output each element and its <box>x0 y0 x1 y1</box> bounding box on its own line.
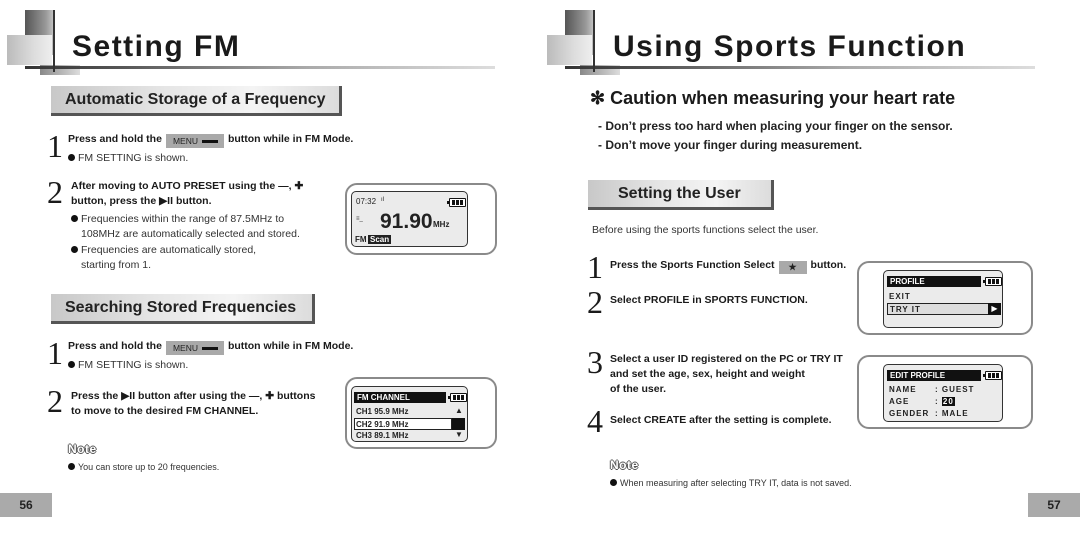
sports-function-key-icon: ★ <box>778 261 807 274</box>
lcd-frequency: 91.90 <box>380 210 433 233</box>
step-instruction: Press and hold the MENU button while in FM… <box>68 340 354 355</box>
scroll-down-icon[interactable]: ▼ <box>455 430 463 439</box>
note-label: Note <box>68 442 97 456</box>
bullet-item: FM SETTING is shown. <box>68 151 188 166</box>
step-instruction: Select a user ID registered on the PC or… <box>610 353 843 395</box>
bullet-dot-icon <box>71 246 78 253</box>
step-instruction: Select CREATE after the setting is compl… <box>610 414 832 426</box>
step-text-after: button while in FM Mode. <box>227 133 354 145</box>
lcd-header: EDIT PROFILE <box>887 370 981 381</box>
step-instruction: Press and hold the MENU button while in FM… <box>68 132 368 148</box>
age-value-selected[interactable]: 20 <box>941 397 955 406</box>
step-number: 2 <box>587 284 603 320</box>
section-heading-setting-user: Setting the User <box>588 180 774 210</box>
step-text-before: Press and hold the <box>68 133 162 145</box>
page-number-left: 56 <box>0 493 52 517</box>
note-text: When measuring after selecting TRY IT, d… <box>610 477 852 489</box>
lcd-fm-display: 07:32 ıl ≡_ 91.90 MHz FM Scan <box>351 191 468 247</box>
bullet-dot-icon <box>610 479 617 486</box>
step-instruction: Select PROFILE in SPORTS FUNCTION. <box>610 294 808 306</box>
step-instruction: Press the ▶II button after using the —, … <box>71 390 316 417</box>
battery-icon <box>983 371 1002 380</box>
caution-line: - Don’t move your finger during measurem… <box>598 138 863 152</box>
minus-plus-icon: —, ✚ <box>248 390 275 402</box>
section-intro: Before using the sports functions select… <box>592 224 819 236</box>
bullet-item: Frequencies are automatically stored, st… <box>71 243 341 273</box>
page-title-right: Using Sports Function <box>613 30 967 63</box>
lcd-header: PROFILE <box>887 276 981 287</box>
section-heading-searching-stored: Searching Stored Frequencies <box>51 294 315 324</box>
battery-icon <box>447 198 466 207</box>
section-heading-automatic-storage: Automatic Storage of a Frequency <box>51 86 342 116</box>
lcd-mode: FM <box>355 235 367 244</box>
channel-row[interactable]: CH3 89.1 MHz <box>356 430 408 441</box>
bullet-item: FM SETTING is shown. <box>68 358 188 373</box>
menu-item-exit[interactable]: EXIT <box>889 291 911 302</box>
step-number: 1 <box>587 249 603 285</box>
profile-field-name[interactable]: NAME: GUEST <box>889 384 974 395</box>
bullet-dot-icon <box>68 154 75 161</box>
page-number-right: 57 <box>1028 493 1080 517</box>
profile-field-gender[interactable]: GENDER: MALE <box>889 408 969 419</box>
lcd-fm-channel-list: FM CHANNEL CH1 95.9 MHz ▲ CH2 91.9 MHz C… <box>351 386 468 442</box>
channel-row[interactable]: CH1 95.9 MHz <box>356 406 408 417</box>
play-pause-icon: ▶II <box>159 195 174 207</box>
menu-item-try-it[interactable]: TRY IT <box>887 303 989 315</box>
note-label: Note <box>610 458 639 472</box>
step-number: 3 <box>587 344 603 380</box>
caution-line: - Don’t press too hard when placing your… <box>598 119 953 133</box>
signal-icon: ıl <box>381 197 384 203</box>
play-arrow-icon: ▶ <box>988 303 1001 315</box>
scroll-up-icon[interactable]: ▲ <box>455 406 463 415</box>
lcd-time: 07:32 <box>356 197 377 206</box>
page-title-left: Setting FM <box>72 30 241 63</box>
bullet-dot-icon <box>68 463 75 470</box>
bullet-dot-icon <box>68 361 75 368</box>
lcd-edit-profile: EDIT PROFILE NAME: GUEST AGE: 20 GENDER:… <box>883 364 1003 422</box>
lcd-profile-menu: PROFILE EXIT TRY IT ▶ <box>883 270 1003 328</box>
battery-icon <box>448 393 467 402</box>
profile-field-age[interactable]: AGE: 20 <box>889 396 955 407</box>
step-instruction: Press the Sports Function Select ★ button. <box>610 259 847 274</box>
note-text: You can store up to 20 frequencies. <box>68 461 219 473</box>
menu-key-icon: MENU <box>165 341 224 355</box>
step-number: 2 <box>47 383 63 419</box>
battery-icon <box>983 277 1002 286</box>
bullet-dot-icon <box>71 215 78 222</box>
lcd-header: FM CHANNEL <box>354 392 446 403</box>
channel-row-selected[interactable]: CH2 91.9 MHz <box>354 418 452 430</box>
step-instruction: After moving to AUTO PRESET using the —,… <box>71 180 304 207</box>
bullet-item: Frequencies within the range of 87.5MHz … <box>71 212 341 242</box>
step-number: 4 <box>587 403 603 439</box>
minus-plus-icon: —, ✚ <box>278 180 304 192</box>
selection-marker <box>452 418 465 430</box>
step-number: 2 <box>47 174 63 210</box>
stereo-indicator-icon: ≡_ <box>356 216 363 222</box>
play-pause-icon: ▶II <box>121 390 136 402</box>
caution-heading: ✻ Caution when measuring your heart rate <box>590 88 956 108</box>
lcd-scan-label: Scan <box>368 235 392 244</box>
step-number: 1 <box>47 128 63 164</box>
lcd-frequency-unit: MHz <box>433 220 450 229</box>
menu-key-icon: MENU <box>165 134 224 148</box>
step-number: 1 <box>47 335 63 371</box>
